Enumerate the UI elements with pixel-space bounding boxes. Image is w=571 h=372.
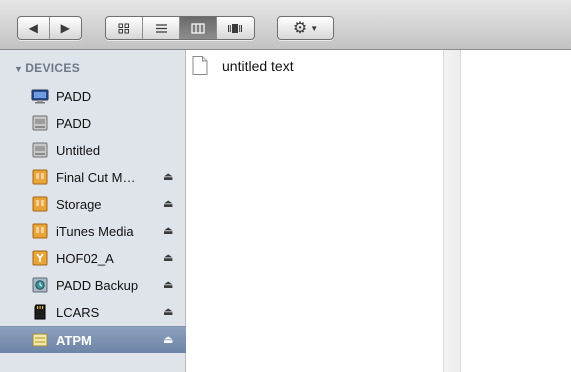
sidebar: ▼ DEVICES PADD PADD Untitled Final Cut M… xyxy=(0,50,186,372)
sidebar-item-label: Final Cut M… xyxy=(56,170,136,185)
sidebar-item-padd-backup[interactable]: PADD Backup ⏏ xyxy=(0,272,186,299)
external-disk-icon xyxy=(32,223,48,239)
chevron-down-icon: ▼ xyxy=(310,23,319,33)
sidebar-item-itunes-media[interactable]: iTunes Media ⏏ xyxy=(0,218,186,245)
eject-icon[interactable]: ⏏ xyxy=(163,224,173,237)
sidebar-item-label: iTunes Media xyxy=(56,224,134,239)
section-title: DEVICES xyxy=(25,61,81,75)
sidebar-item-atpm[interactable]: ATPM ⏏ xyxy=(0,326,186,353)
sidebar-item-label: PADD xyxy=(56,116,92,131)
browser-column-2[interactable] xyxy=(461,50,571,372)
sd-card-icon xyxy=(34,304,46,320)
back-arrow-icon: ◀ xyxy=(28,21,38,35)
column-view-button[interactable] xyxy=(180,17,217,39)
sidebar-item-label: ATPM xyxy=(56,333,92,348)
disclosure-triangle-icon[interactable]: ▼ xyxy=(14,64,23,74)
eject-icon[interactable]: ⏏ xyxy=(163,333,173,346)
internal-disk-icon xyxy=(32,142,48,158)
sidebar-item-label: Storage xyxy=(56,197,102,212)
column-view-icon xyxy=(191,22,205,34)
disk-image-icon xyxy=(32,333,48,347)
sidebar-section-devices[interactable]: ▼ DEVICES xyxy=(14,61,80,75)
list-view-icon xyxy=(155,23,167,33)
sidebar-item-padd-display[interactable]: PADD xyxy=(0,83,186,110)
external-disk-icon xyxy=(32,196,48,212)
eject-icon[interactable]: ⏏ xyxy=(163,251,173,264)
display-icon xyxy=(31,89,49,104)
toolbar: ◀ ▶ ⚙ ▼ xyxy=(0,0,571,50)
sidebar-item-final-cut[interactable]: Final Cut M… ⏏ xyxy=(0,164,186,191)
finder-window: ◀ ▶ ⚙ ▼ ▼ DEVICES PADD PADD Untitled Fin… xyxy=(0,0,571,372)
cover-flow-icon xyxy=(228,23,243,33)
eject-icon[interactable]: ⏏ xyxy=(163,170,173,183)
sidebar-item-untitled[interactable]: Untitled xyxy=(0,137,186,164)
eject-icon[interactable]: ⏏ xyxy=(163,278,173,291)
list-view-button[interactable] xyxy=(143,17,180,39)
sidebar-item-label: PADD xyxy=(56,89,92,104)
view-mode-control xyxy=(105,16,255,40)
time-machine-disk-icon xyxy=(32,277,48,293)
cover-flow-view-button[interactable] xyxy=(217,17,254,39)
sidebar-item-label: HOF02_A xyxy=(56,251,114,266)
sidebar-item-padd-disk[interactable]: PADD xyxy=(0,110,186,137)
text-document-icon xyxy=(192,56,208,75)
sidebar-item-storage[interactable]: Storage ⏏ xyxy=(0,191,186,218)
eject-icon[interactable]: ⏏ xyxy=(163,197,173,210)
action-button-content: ⚙ ▼ xyxy=(278,17,333,39)
back-button[interactable]: ◀ xyxy=(18,17,50,39)
external-disk-icon xyxy=(32,169,48,185)
eject-icon[interactable]: ⏏ xyxy=(163,305,173,318)
file-name: untitled text xyxy=(222,58,294,74)
external-disk-icon xyxy=(32,250,48,266)
icon-view-icon xyxy=(118,23,129,33)
forward-arrow-icon: ▶ xyxy=(60,21,70,35)
sidebar-item-label: PADD Backup xyxy=(56,278,139,293)
sidebar-item-hof02-a[interactable]: HOF02_A ⏏ xyxy=(0,245,186,272)
forward-button[interactable]: ▶ xyxy=(50,17,81,39)
sidebar-item-lcars[interactable]: LCARS ⏏ xyxy=(0,299,186,326)
browser-column-1[interactable]: untitled text xyxy=(186,50,444,372)
sidebar-item-label: LCARS xyxy=(56,305,100,320)
back-forward-control: ◀ ▶ xyxy=(17,16,82,40)
icon-view-button[interactable] xyxy=(106,17,143,39)
internal-disk-icon xyxy=(32,115,48,131)
gear-icon: ⚙ xyxy=(292,20,308,37)
sidebar-item-label: Untitled xyxy=(56,143,101,158)
column-resize-divider[interactable] xyxy=(444,50,461,372)
action-menu-button[interactable]: ⚙ ▼ xyxy=(277,16,334,40)
